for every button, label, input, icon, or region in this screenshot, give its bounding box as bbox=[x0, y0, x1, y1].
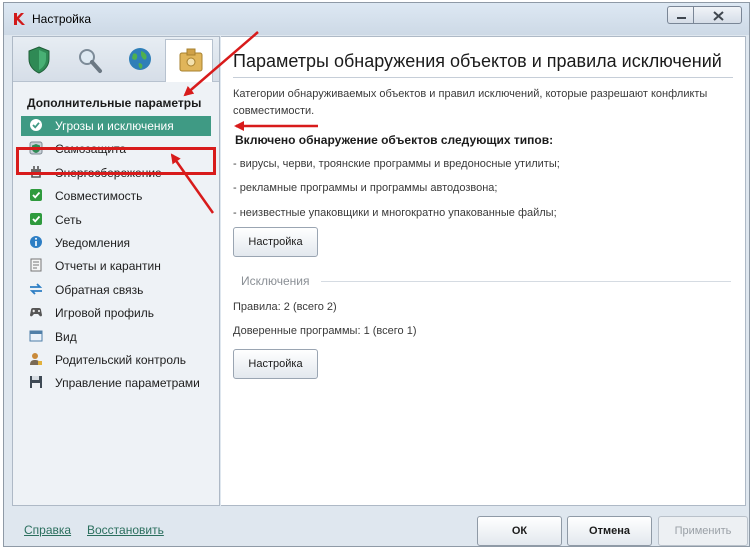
tab-settings[interactable] bbox=[165, 39, 213, 82]
sidebar-item-manage-settings[interactable]: Управление параметрами bbox=[13, 372, 219, 395]
window-title: Настройка bbox=[32, 12, 92, 26]
settings-window: Настройка Дополнительные параметры Угроз… bbox=[3, 2, 750, 547]
tab-update[interactable] bbox=[115, 39, 163, 79]
magnifier-icon bbox=[79, 49, 102, 73]
annotation-highlight-box bbox=[16, 147, 216, 175]
sidebar-item-label: Угрозы и исключения bbox=[55, 119, 174, 133]
sidebar-item-reports[interactable]: Отчеты и карантин bbox=[13, 255, 219, 278]
close-button[interactable] bbox=[693, 6, 742, 24]
tab-protection[interactable] bbox=[15, 39, 63, 79]
page-description: Категории обнаруживаемых объектов и прав… bbox=[233, 88, 708, 117]
rules-count: Правила: 2 (всего 2) bbox=[233, 301, 337, 313]
close-icon bbox=[713, 11, 724, 21]
gamepad-icon bbox=[30, 308, 42, 317]
detection-heading: Включено обнаружение объектов следующих … bbox=[235, 133, 554, 147]
trusted-programs-count: Доверенные программы: 1 (всего 1) bbox=[233, 325, 417, 337]
sidebar: Дополнительные параметры Угрозы и исключ… bbox=[12, 36, 220, 506]
minimize-button[interactable] bbox=[667, 6, 693, 24]
exclusions-divider bbox=[321, 281, 731, 282]
footer-bar: Справка Восстановить ОК Отмена Применить bbox=[4, 508, 749, 546]
exclusions-section-label: Исключения bbox=[241, 274, 310, 288]
section-title: Дополнительные параметры bbox=[27, 96, 202, 110]
feedback-arrows-icon bbox=[29, 283, 43, 295]
sidebar-item-notifications[interactable]: Уведомления bbox=[13, 232, 219, 255]
detection-item: - вирусы, черви, троянские программы и в… bbox=[233, 158, 560, 170]
kaspersky-k-icon bbox=[14, 13, 25, 25]
detection-item: - рекламные программы и программы автодо… bbox=[233, 182, 498, 194]
sidebar-item-compatibility[interactable]: Совместимость bbox=[13, 185, 219, 208]
tab-scan[interactable] bbox=[65, 39, 113, 79]
sidebar-item-feedback[interactable]: Обратная связь bbox=[13, 279, 219, 302]
sidebar-item-label: Отчеты и карантин bbox=[55, 259, 161, 274]
globe-icon bbox=[129, 48, 151, 70]
network-icon bbox=[30, 212, 42, 225]
sidebar-item-label: Уведомления bbox=[55, 235, 131, 250]
title-divider bbox=[233, 77, 733, 78]
title-bar[interactable]: Настройка bbox=[4, 3, 749, 35]
sidebar-item-network[interactable]: Сеть bbox=[13, 209, 219, 232]
detection-item: - неизвестные упаковщики и многократно у… bbox=[233, 207, 557, 219]
window-view-icon bbox=[29, 330, 43, 342]
sidebar-item-label: Совместимость bbox=[55, 189, 143, 204]
detection-settings-button[interactable]: Настройка bbox=[233, 227, 318, 257]
info-icon bbox=[30, 235, 42, 248]
compatibility-icon bbox=[30, 189, 42, 202]
sidebar-item-label: Родительский контроль bbox=[55, 352, 186, 367]
sidebar-item-label: Управление параметрами bbox=[55, 376, 200, 391]
ok-button[interactable]: ОК bbox=[477, 516, 562, 546]
check-icon bbox=[30, 119, 42, 131]
floppy-disk-icon bbox=[30, 376, 42, 389]
restore-link[interactable]: Восстановить bbox=[87, 523, 164, 537]
tab-bar bbox=[13, 37, 219, 82]
sidebar-item-view[interactable]: Вид bbox=[13, 326, 219, 349]
sidebar-item-parental-control[interactable]: Родительский контроль bbox=[13, 349, 219, 372]
parental-control-icon bbox=[30, 352, 42, 365]
sidebar-item-game-profile[interactable]: Игровой профиль bbox=[13, 302, 219, 325]
settings-box-icon bbox=[179, 48, 203, 72]
exclusions-settings-button[interactable]: Настройка bbox=[233, 349, 318, 379]
main-content: Параметры обнаружения объектов и правила… bbox=[221, 36, 746, 506]
page-title: Параметры обнаружения объектов и правила… bbox=[233, 51, 722, 71]
apply-button[interactable]: Применить bbox=[658, 516, 748, 546]
minimize-icon bbox=[677, 17, 686, 19]
sidebar-item-label: Сеть bbox=[55, 212, 82, 227]
sidebar-item-label: Обратная связь bbox=[55, 282, 144, 297]
sidebar-item-label: Игровой профиль bbox=[55, 306, 154, 321]
report-icon bbox=[30, 258, 42, 272]
sidebar-item-threats[interactable]: Угрозы и исключения bbox=[13, 115, 219, 138]
shield-icon bbox=[28, 46, 50, 74]
sidebar-item-label: Вид bbox=[55, 329, 77, 344]
help-link[interactable]: Справка bbox=[24, 523, 71, 537]
cancel-button[interactable]: Отмена bbox=[567, 516, 652, 546]
